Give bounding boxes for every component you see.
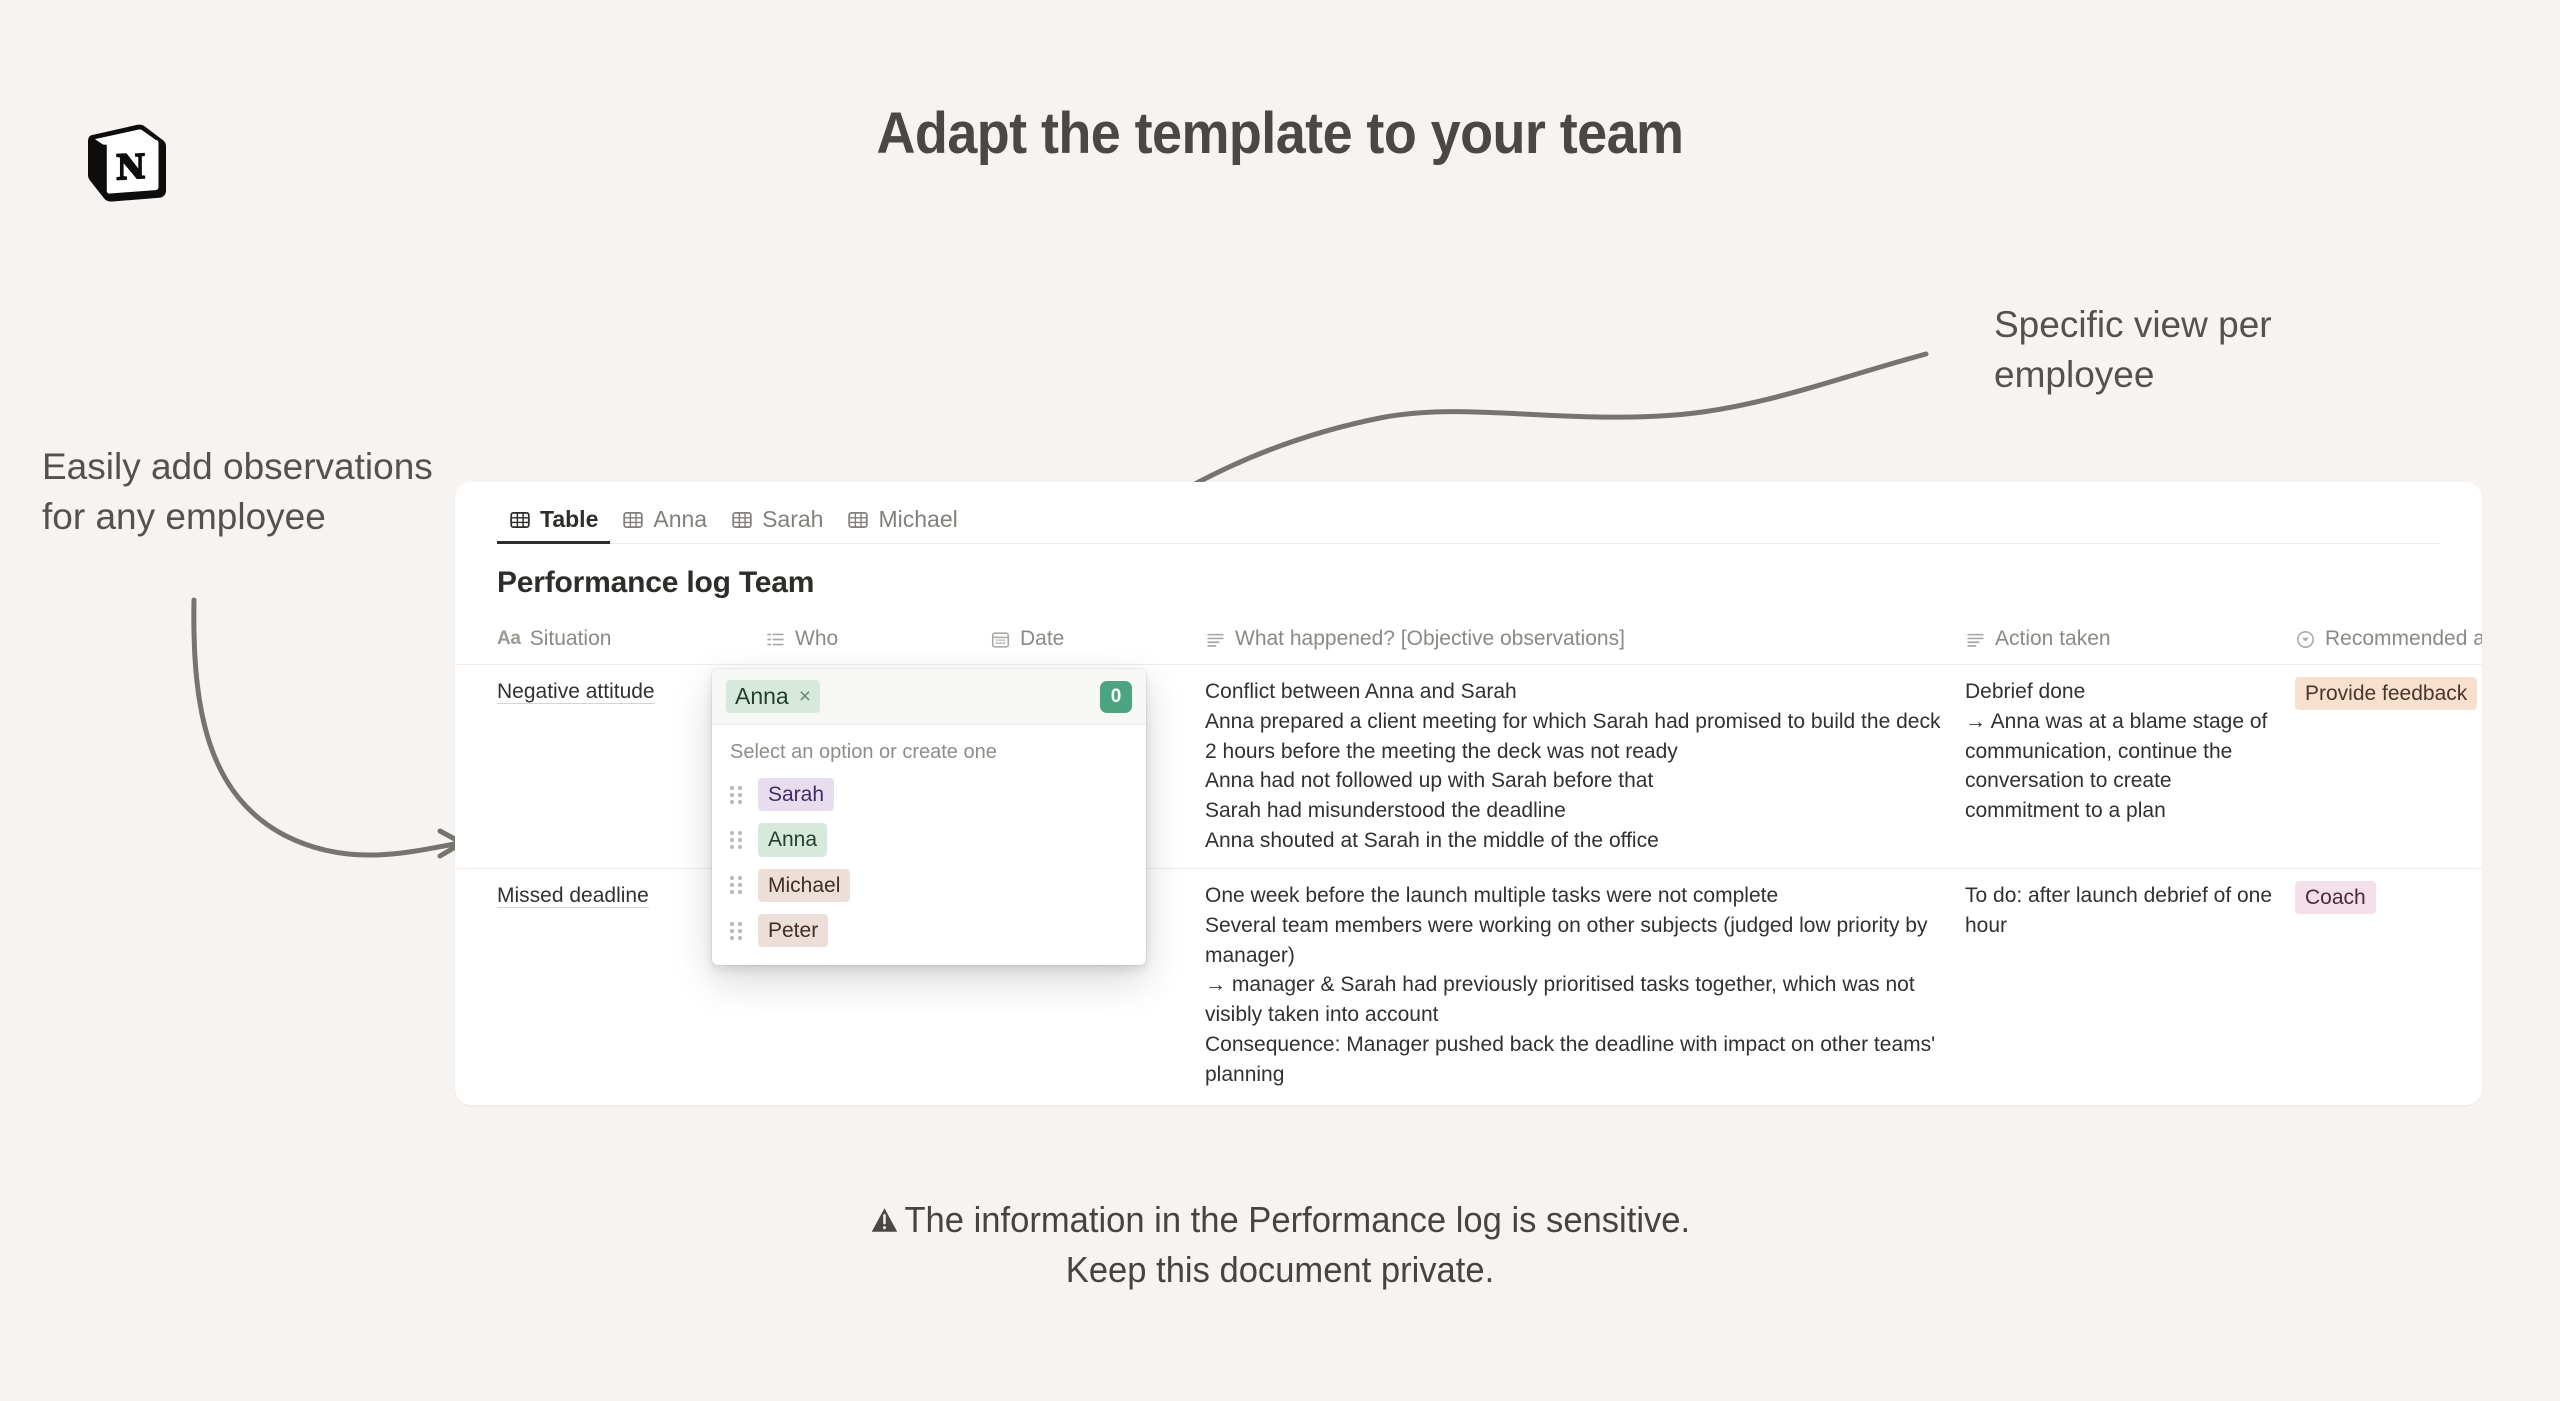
column-label: Situation bbox=[529, 627, 612, 650]
column-label: What happened? [Objective observations] bbox=[1235, 627, 1625, 650]
popup-option-anna[interactable]: Anna bbox=[712, 817, 1146, 862]
privacy-caption: The information in the Performance log i… bbox=[51, 1195, 2509, 1294]
option-label: Peter bbox=[758, 913, 829, 948]
column-label: Who bbox=[795, 627, 839, 650]
status-badge: Provide feedback bbox=[2295, 677, 2478, 711]
multi-select-popup: Anna × 0 Select an option or create one … bbox=[712, 669, 1146, 966]
column-header-situation[interactable]: Aa Situation bbox=[497, 614, 765, 664]
chip-label: Anna bbox=[735, 683, 789, 709]
situation-value[interactable]: Missed deadline bbox=[497, 883, 649, 908]
drag-handle-icon[interactable] bbox=[730, 875, 744, 895]
tab-label: Michael bbox=[878, 506, 958, 532]
option-label: Sarah bbox=[758, 778, 835, 812]
view-tab-bar: Table Anna Sarah Michael bbox=[455, 482, 2482, 544]
column-header-action-taken[interactable]: Action taken bbox=[1965, 614, 2295, 664]
table-header-row: Aa Situation Who Date What happened? [Ob… bbox=[455, 614, 2482, 665]
option-label: Anna bbox=[758, 823, 828, 857]
option-label: Michael bbox=[758, 868, 851, 902]
annotation-right: Specific view per employee bbox=[1994, 304, 2272, 395]
drag-handle-icon[interactable] bbox=[730, 830, 744, 850]
table-icon bbox=[509, 509, 531, 531]
multi-select-icon bbox=[765, 629, 786, 650]
tab-label: Sarah bbox=[762, 506, 824, 532]
cell-recommended-action[interactable]: Provide feedback bbox=[2295, 665, 2482, 868]
selected-option-chip: Anna × bbox=[726, 680, 820, 713]
popup-hint: Select an option or create one bbox=[730, 741, 997, 763]
calendar-icon bbox=[990, 629, 1011, 650]
column-header-date[interactable]: Date bbox=[990, 614, 1205, 664]
text-lines-icon bbox=[1205, 629, 1226, 650]
column-header-what-happened[interactable]: What happened? [Objective observations] bbox=[1205, 614, 1965, 664]
select-circle-icon bbox=[2295, 629, 2316, 650]
cell-action-taken[interactable]: To do: after launch debrief of one hour bbox=[1965, 869, 2295, 1102]
popup-option-list: Sarah Anna Michael Peter bbox=[712, 772, 1146, 965]
column-label: Recommended action bbox=[2325, 627, 2482, 650]
situation-value[interactable]: Negative attitude bbox=[497, 680, 655, 704]
tab-label: Table bbox=[540, 506, 599, 532]
multi-select-input[interactable]: Anna × 0 bbox=[712, 669, 1146, 725]
text-lines-icon bbox=[1965, 629, 1986, 650]
popup-option-peter[interactable]: Peter bbox=[712, 908, 1146, 953]
table-icon bbox=[847, 509, 869, 531]
column-header-who[interactable]: Who bbox=[765, 614, 990, 664]
tab-table[interactable]: Table bbox=[497, 506, 611, 544]
cell-what-happened[interactable]: One week before the launch multiple task… bbox=[1205, 869, 1965, 1102]
popup-option-sarah[interactable]: Sarah bbox=[712, 772, 1146, 817]
column-header-recommended-action[interactable]: Recommended action bbox=[2295, 614, 2482, 664]
cell-action-taken[interactable]: Debrief done → Anna was at a blame stage… bbox=[1965, 665, 2295, 868]
tab-michael[interactable]: Michael bbox=[835, 506, 969, 544]
caption-line-2: Keep this document private. bbox=[1065, 1248, 1495, 1290]
status-badge: Coach bbox=[2295, 880, 2376, 915]
column-label: Date bbox=[1020, 627, 1065, 650]
popup-option-michael[interactable]: Michael bbox=[712, 863, 1146, 908]
tab-label: Anna bbox=[653, 506, 708, 532]
table-icon bbox=[731, 509, 753, 531]
annotation-left: Easily add observations for any employee bbox=[42, 446, 433, 537]
tab-anna[interactable]: Anna bbox=[610, 506, 719, 544]
page-title: Adapt the template to your team bbox=[876, 101, 1684, 166]
title-text-icon: Aa bbox=[497, 628, 521, 649]
cell-recommended-action[interactable]: Coach bbox=[2295, 869, 2482, 1102]
column-label: Action taken bbox=[1995, 627, 2111, 650]
caption-line-1: The information in the Performance log i… bbox=[904, 1199, 1691, 1240]
drag-handle-icon[interactable] bbox=[730, 785, 744, 805]
cell-what-happened[interactable]: Conflict between Anna and Sarah Anna pre… bbox=[1205, 665, 1965, 868]
database-title[interactable]: Performance log Team bbox=[455, 544, 2482, 614]
close-icon[interactable]: × bbox=[799, 686, 811, 707]
drag-handle-icon[interactable] bbox=[730, 921, 744, 941]
warning-icon bbox=[870, 1195, 899, 1245]
collaborator-cursor-badge: 0 bbox=[1100, 680, 1132, 713]
tab-sarah[interactable]: Sarah bbox=[719, 506, 835, 544]
table-icon bbox=[622, 509, 644, 531]
